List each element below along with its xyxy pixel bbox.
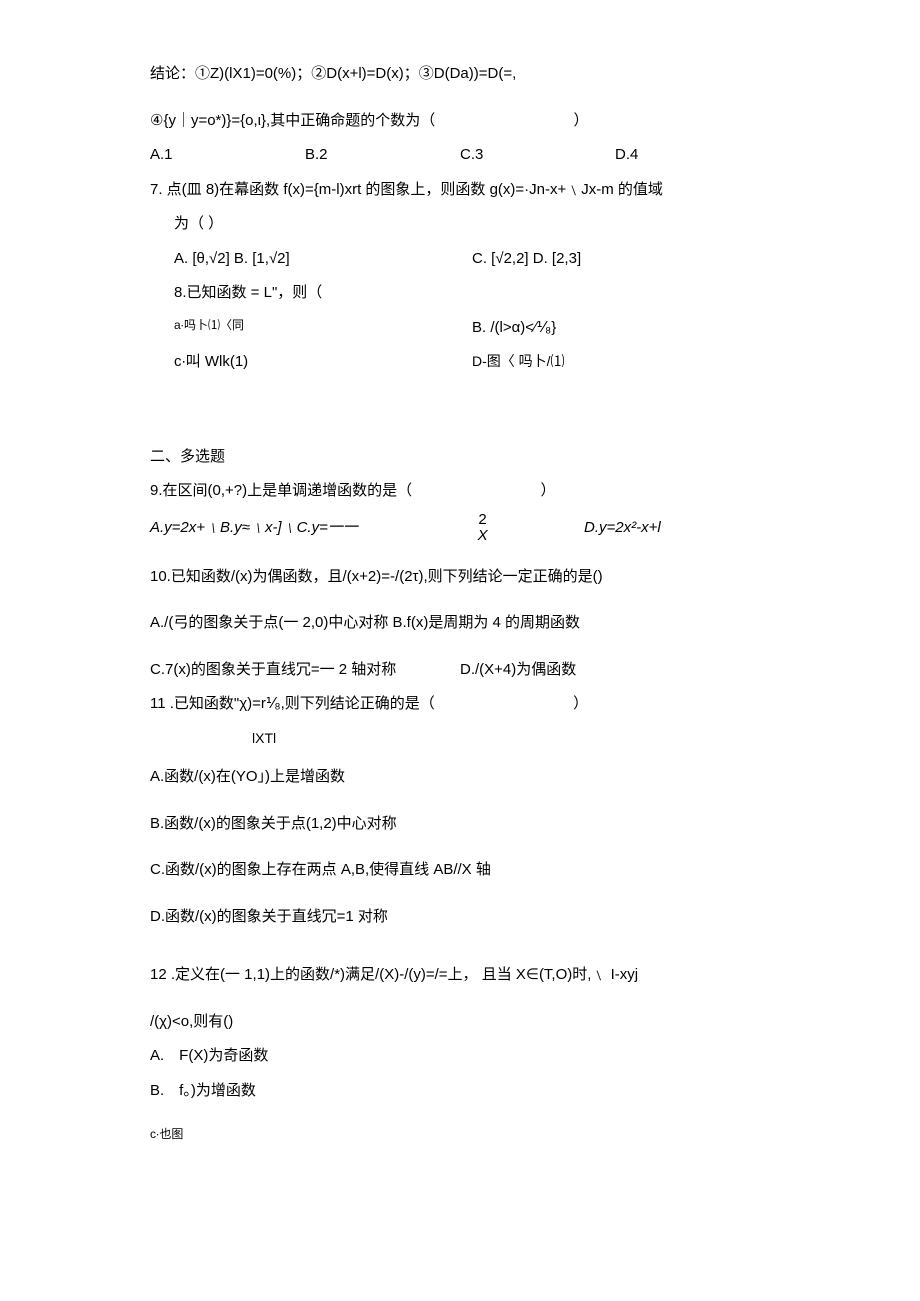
q10-options-cd: C.7(x)的图象关于直线冗=一 2 轴对称 D./(X+4)为偶函数 [150, 656, 770, 685]
q10-option-d: D./(X+4)为偶函数 [460, 656, 770, 685]
q8-option-c: c∙叫 Wlk(1) [174, 348, 472, 377]
q12-stem: 12 .定义在(一 1,1)上的函数/*)满足/(X)-/(y)=/=上， 且当… [150, 961, 770, 990]
q11-option-b: B.函数/(x)的图象关于点(1,2)中心对称 [150, 810, 770, 839]
q9-option-d: D.y=2x²-x+l [584, 514, 770, 543]
q6-option-d: D.4 [615, 141, 770, 170]
q9-stem: 9.在区间(0,+?)上是单调递增函数的是（ ） [150, 477, 770, 506]
q8-stem: 8.已知函数 = L"，则（ [150, 279, 770, 308]
q7-stem-text: 7. 点(皿 8)在幕函数 f(x)={m-l)xrt 的图象上，则函数 g(x… [150, 181, 663, 198]
q11-sub: lXTl [150, 725, 770, 752]
q8-options-row2: c∙叫 Wlk(1) D-图〈 吗卜/⑴ [150, 348, 770, 377]
q11-option-d: D.函数/(x)的图象关于直线冗=1 对称 [150, 903, 770, 932]
q6-intro1: 结论：①Z)(lX1)=0(%)；②D(x+l)=D(x)；③D(Da))=D(… [150, 60, 770, 89]
q10-option-ab: A./(弓的图象关于点(一 2,0)中心对称 B.f(x)是周期为 4 的周期函… [150, 609, 770, 638]
q7-stem2: 为（ ） [150, 210, 770, 239]
q7-option-cd: C. [√2,2] D. [2,3] [472, 245, 770, 274]
q9-options: A.y=2x+﹨B.y≈﹨x-]﹨C.y=一一 2 X D.y=2x²-x+l [150, 512, 770, 545]
q9-frac-top: 2 [478, 512, 488, 529]
q11-stem: 11 .已知函数"χ)=r⅟₈,则下列结论正确的是（ ） [150, 690, 770, 719]
section2-title: 二、多选题 [150, 443, 770, 472]
q6-intro2-text: ④{y｜y=o*)}={o,ι},其中正确命题的个数为（ [150, 112, 435, 129]
q6-intro2: ④{y｜y=o*)}={o,ι},其中正确命题的个数为（ ） [150, 107, 770, 136]
q8-option-b: B. /(l>α)<∕⅟₈} [472, 314, 770, 343]
q11-stem-end: ） [573, 695, 588, 712]
q6-option-b: B.2 [305, 141, 460, 170]
q6-option-a: A.1 [150, 141, 305, 170]
q12-stem2: /(χ)<o,则有() [150, 1008, 770, 1037]
q9-stem-end: ） [540, 482, 555, 499]
q10-option-c: C.7(x)的图象关于直线冗=一 2 轴对称 [150, 656, 460, 685]
q8-option-a: a∙吗卜⑴〈同 [174, 314, 472, 343]
q12-option-b: B. f。)为增函数 [150, 1077, 770, 1106]
q6-options: A.1 B.2 C.3 D.4 [150, 141, 770, 170]
q11-option-c: C.函数/(x)的图象上存在两点 A,B,使得直线 AB//X 轴 [150, 856, 770, 885]
q7-options: A. [θ,√2] B. [1,√2] C. [√2,2] D. [2,3] [150, 245, 770, 274]
q9-fraction: 2 X [448, 512, 584, 545]
q12-option-a: A. F(X)为奇函数 [150, 1042, 770, 1071]
q10-stem: 10.已知函数/(x)为偶函数，且/(x+2)=-/(2τ),则下列结论一定正确… [150, 563, 770, 592]
q8-option-d: D-图〈 吗卜/⑴ [472, 348, 770, 377]
q11-option-a: A.函数/(x)在(YO」)上是增函数 [150, 763, 770, 792]
q7-option-ab: A. [θ,√2] B. [1,√2] [174, 245, 472, 274]
q8-options-row1: a∙吗卜⑴〈同 B. /(l>α)<∕⅟₈} [150, 314, 770, 343]
q6-intro2-end: ） [574, 112, 589, 129]
q9-stem-text: 9.在区间(0,+?)上是单调递增函数的是（ [150, 482, 412, 499]
q9-abc-text: A.y=2x+﹨B.y≈﹨x-]﹨C.y=一一 [150, 519, 358, 536]
q11-stem-text: 11 .已知函数"χ)=r⅟₈,则下列结论正确的是（ [150, 695, 435, 712]
q12-option-c: c∙也图 [150, 1123, 770, 1146]
q9-option-abc: A.y=2x+﹨B.y≈﹨x-]﹨C.y=一一 [150, 514, 448, 543]
q6-option-c: C.3 [460, 141, 615, 170]
q9-frac-bot: X [478, 528, 488, 545]
q7-stem: 7. 点(皿 8)在幕函数 f(x)={m-l)xrt 的图象上，则函数 g(x… [150, 176, 770, 205]
